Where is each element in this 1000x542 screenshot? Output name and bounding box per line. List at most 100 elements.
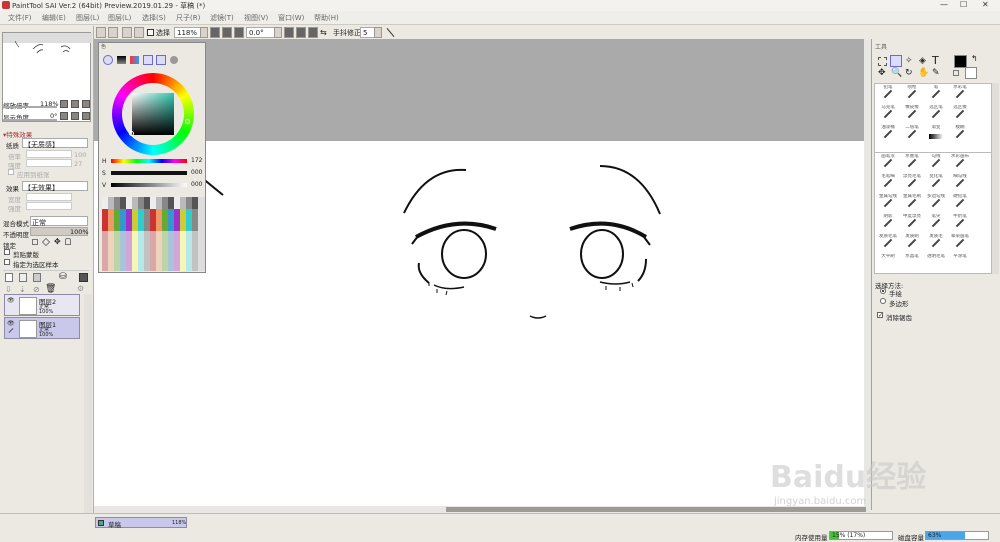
- tool-custom[interactable]: 金属勾线: [877, 194, 899, 213]
- visibility-eye-icon[interactable]: 👁: [7, 297, 15, 304]
- rotate-tool-icon[interactable]: ↻: [905, 68, 913, 78]
- transparent-color-icon[interactable]: [953, 70, 959, 76]
- tool-custom[interactable]: 大平刷: [877, 254, 899, 272]
- scratchpad-mode-icon[interactable]: [170, 56, 178, 64]
- swatch-mode-icon[interactable]: [156, 55, 166, 65]
- selection-source-checkbox[interactable]: [4, 259, 10, 265]
- tool-custom[interactable]: 金属毛刷: [901, 194, 923, 213]
- layer-item[interactable]: 👁 图层2 正常 100%: [4, 294, 80, 316]
- layer-scrollbar[interactable]: [84, 294, 92, 538]
- tool-pencil[interactable]: 铅笔: [877, 85, 899, 104]
- menu-file[interactable]: 文件(F): [8, 13, 32, 23]
- tool-gradient[interactable]: 渐变: [925, 125, 947, 144]
- saturation-value-square[interactable]: [132, 93, 174, 135]
- tool-custom[interactable]: 多边勾线: [925, 194, 947, 213]
- tool-custom[interactable]: 平涂笔: [949, 254, 971, 272]
- zoom-plus-button[interactable]: [71, 100, 79, 108]
- zoom-reset-button[interactable]: [234, 27, 244, 38]
- tool-custom[interactable]: 牛奶笔: [949, 214, 971, 233]
- lasso-icon[interactable]: [890, 55, 902, 67]
- tool-custom[interactable]: 毛笔细: [877, 174, 899, 193]
- hand-icon[interactable]: ✋: [918, 68, 929, 78]
- hue-slider[interactable]: [111, 159, 187, 163]
- menu-filter[interactable]: 滤镜(T): [210, 13, 234, 23]
- menu-help[interactable]: 帮助(H): [314, 13, 339, 23]
- blend-mode-select[interactable]: 正常: [30, 216, 88, 227]
- document-tab[interactable]: 草稿 118%: [95, 517, 187, 529]
- menu-ruler[interactable]: 尺子(R): [176, 13, 200, 23]
- layer-item-selected[interactable]: 👁 图层1 正常 100%: [4, 317, 80, 339]
- tool-custom[interactable]: 变化笔: [925, 174, 947, 193]
- canvas-vscrollbar[interactable]: [864, 39, 871, 506]
- effect-select[interactable]: 【无效果】: [22, 181, 88, 192]
- tool-custom[interactable]: 勾线: [925, 154, 947, 173]
- pastel-swatches[interactable]: [102, 231, 198, 271]
- angle-dropdown[interactable]: [274, 27, 282, 38]
- tool-brush[interactable]: 笔: [925, 85, 947, 104]
- tool-custom[interactable]: 细勾线: [949, 174, 971, 193]
- layer-options-icon[interactable]: ⚙: [77, 284, 84, 293]
- zoom-dropdown[interactable]: [200, 27, 208, 38]
- tool-custom[interactable]: 发质毛: [925, 234, 947, 253]
- tool-marker[interactable]: 马克笔: [877, 105, 899, 124]
- paper-scale-field[interactable]: [26, 150, 72, 158]
- selection-checkbox[interactable]: [147, 29, 154, 36]
- rotate-left-button[interactable]: [284, 27, 294, 38]
- effect-strength-field[interactable]: [26, 202, 72, 210]
- tool-custom[interactable]: 漂亮毛笔: [901, 174, 923, 193]
- tool-custom[interactable]: 水彩画布: [949, 154, 971, 173]
- magic-wand-icon[interactable]: ✧: [905, 56, 913, 66]
- polygon-radio[interactable]: [880, 298, 886, 304]
- hue-picker[interactable]: [185, 119, 190, 124]
- tool-select-pen[interactable]: 选区笔: [925, 105, 947, 124]
- tool-select-eraser[interactable]: 选区擦: [949, 105, 971, 124]
- tool-airbrush[interactable]: 喷枪: [901, 85, 923, 104]
- saturation-slider[interactable]: [111, 171, 187, 175]
- flip-icon[interactable]: ⇆: [320, 28, 327, 37]
- zoom-out-button[interactable]: [210, 27, 220, 38]
- move-icon[interactable]: ✥: [878, 68, 886, 78]
- rotate-right-button[interactable]: [296, 27, 306, 38]
- menu-layer[interactable]: 图层(L): [108, 13, 131, 23]
- palette-mode-icon[interactable]: [143, 55, 153, 65]
- color-wheel-mode-icon[interactable]: [103, 55, 113, 65]
- paper-strength-field[interactable]: [26, 159, 72, 167]
- color-swatches[interactable]: [102, 197, 198, 271]
- tool-custom[interactable]: 水墨笔: [901, 154, 923, 173]
- angle-slider[interactable]: [3, 119, 57, 121]
- transfer-down-icon[interactable]: ⇣: [19, 285, 26, 294]
- hsv-slider-mode-icon[interactable]: [130, 56, 139, 64]
- stabilizer-dropdown[interactable]: [374, 27, 382, 38]
- deselect-button[interactable]: [134, 27, 144, 38]
- paper-select[interactable]: 【无质感】: [22, 138, 88, 149]
- clear-layer-icon[interactable]: ⊘: [33, 285, 40, 294]
- canvas-view[interactable]: [94, 39, 871, 506]
- value-slider[interactable]: [111, 183, 187, 187]
- menu-view[interactable]: 视图(V): [244, 13, 268, 23]
- zoom-slider[interactable]: [3, 106, 57, 108]
- rotate-cw-button[interactable]: [71, 112, 79, 120]
- visibility-eye-icon[interactable]: 👁: [7, 320, 15, 327]
- lock-move-icon[interactable]: ✥: [54, 237, 61, 246]
- swatch-scrollbar[interactable]: [198, 197, 205, 271]
- tool-custom[interactable]: 发质刷: [901, 234, 923, 253]
- sv-picker[interactable]: [129, 131, 134, 136]
- tool-custom[interactable]: 发质毛笔: [877, 234, 899, 253]
- menu-window[interactable]: 窗口(W): [278, 13, 304, 23]
- merge-down-icon[interactable]: ⇩: [5, 285, 12, 294]
- hscroll-thumb[interactable]: [446, 507, 866, 512]
- menu-canvas[interactable]: 图层(L): [76, 13, 99, 23]
- tool-binary-pen[interactable]: 二值笔: [901, 125, 923, 144]
- lock-transparency-icon[interactable]: [32, 239, 38, 245]
- swap-colors-icon[interactable]: ↰: [971, 54, 978, 63]
- tool-custom[interactable]: 水晶笔: [901, 254, 923, 272]
- maximize-button[interactable]: ☐: [960, 0, 967, 9]
- undo-button[interactable]: [108, 27, 118, 38]
- canvas-drawing[interactable]: [94, 39, 871, 506]
- tool-custom[interactable]: 阴影: [877, 214, 899, 233]
- shape-icon[interactable]: ◈: [919, 56, 926, 66]
- eyedropper-icon[interactable]: ✎: [932, 68, 940, 78]
- apply-to-paper-checkbox[interactable]: [8, 169, 14, 175]
- tool-watercolor[interactable]: 水彩笔: [949, 85, 971, 104]
- canvas-hscrollbar[interactable]: [94, 506, 871, 513]
